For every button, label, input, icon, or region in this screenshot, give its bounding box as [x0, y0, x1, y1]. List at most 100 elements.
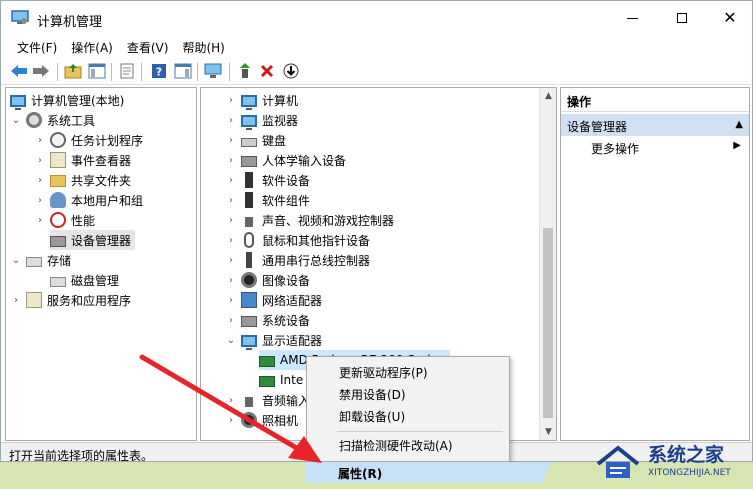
folder-up-icon — [64, 64, 82, 79]
actions-header: 操作 — [561, 88, 749, 112]
menu-view[interactable]: 查看(V) — [119, 37, 175, 57]
device-category-system[interactable]: › 系统设备 — [225, 310, 310, 330]
mouse-icon — [244, 232, 254, 248]
computer-icon — [241, 94, 257, 110]
action-pane-button[interactable] — [173, 61, 193, 81]
forward-button[interactable] — [31, 61, 51, 81]
disable-device-button[interactable] — [281, 61, 301, 81]
menu-file[interactable]: 文件(F) — [1, 37, 63, 57]
tree-item-label: 本地用户和组 — [71, 193, 144, 208]
expand-chevron-icon: › — [229, 134, 233, 146]
computer-management-icon — [11, 10, 29, 24]
menu-update-driver[interactable]: 更新驱动程序(P) — [339, 364, 428, 381]
device-category-mice[interactable]: › 鼠标和其他指针设备 — [225, 230, 370, 250]
update-driver-button[interactable] — [235, 61, 255, 81]
tree-item-label: 共享文件夹 — [71, 173, 132, 188]
scrollbar-thumb[interactable] — [543, 228, 553, 418]
device-category-audio-input[interactable]: › 音频输入 — [225, 390, 310, 410]
help-icon: ? — [152, 64, 166, 79]
scroll-down-arrow-icon[interactable]: ▼ — [540, 424, 556, 440]
tree-item-local-users[interactable]: › 本地用户和组 — [34, 190, 143, 210]
minimize-button[interactable] — [609, 1, 655, 35]
menu-action[interactable]: 操作(A) — [63, 37, 119, 57]
device-category-network[interactable]: › 网络适配器 — [225, 290, 322, 310]
collapse-chevron-icon: ⌄ — [11, 254, 21, 266]
tree-item-device-manager[interactable]: 设备管理器 — [50, 230, 136, 250]
tree-item-system-tools[interactable]: ⌄ 系统工具 — [10, 110, 95, 130]
expand-chevron-icon: › — [38, 194, 42, 206]
tree-item-label: 服务和应用程序 — [47, 293, 132, 308]
speaker-icon — [245, 216, 253, 227]
device-category-keyboards[interactable]: › 键盘 — [225, 130, 286, 150]
device-label: 显示适配器 — [262, 333, 323, 348]
tree-item-label: 性能 — [71, 213, 96, 228]
tree-item-storage[interactable]: ⌄ 存储 — [10, 250, 71, 270]
more-actions-item[interactable]: 更多操作 ▶ — [591, 140, 741, 157]
show-hide-tree-button[interactable] — [87, 61, 107, 81]
image-device-icon — [241, 272, 257, 288]
help-button[interactable]: ? — [149, 61, 169, 81]
maximize-icon — [677, 13, 687, 23]
collapse-chevron-icon: ⌄ — [226, 334, 236, 346]
tree-root[interactable]: 计算机管理(本地) — [10, 90, 124, 110]
back-button[interactable] — [9, 61, 29, 81]
menu-scan-hardware[interactable]: 扫描检测硬件改动(A) — [339, 437, 453, 454]
device-category-imaging[interactable]: › 图像设备 — [225, 270, 310, 290]
expand-chevron-icon: › — [229, 314, 233, 326]
scroll-up-arrow-icon[interactable]: ▲ — [540, 88, 556, 104]
scan-hardware-button[interactable] — [203, 61, 223, 81]
device-category-sound[interactable]: › 声音、视频和游戏控制器 — [225, 210, 394, 230]
device-category-monitors[interactable]: › 监视器 — [225, 110, 298, 130]
tree-item-disk-management[interactable]: 磁盘管理 — [50, 270, 119, 290]
device-category-computer[interactable]: › 计算机 — [225, 90, 298, 110]
maximize-button[interactable] — [659, 1, 705, 35]
device-label: 人体学输入设备 — [262, 153, 347, 168]
house-logo-icon — [596, 445, 640, 478]
display-adapter-icon — [241, 334, 257, 350]
device-intel-graphics[interactable]: Inte — [259, 370, 303, 390]
event-log-icon — [50, 152, 66, 168]
tree-item-performance[interactable]: › 性能 — [34, 210, 95, 230]
system-device-icon — [241, 316, 257, 327]
device-category-usb[interactable]: › 通用串行总线控制器 — [225, 250, 370, 270]
tree-item-event-viewer[interactable]: › 事件查看器 — [34, 150, 131, 170]
uninstall-button[interactable] — [257, 61, 277, 81]
expand-chevron-icon: › — [229, 414, 233, 426]
device-label: 监视器 — [262, 113, 299, 128]
device-category-hid[interactable]: › 人体学输入设备 — [225, 150, 346, 170]
tree-item-label: 事件查看器 — [71, 153, 132, 168]
expand-chevron-icon: › — [229, 394, 233, 406]
expand-chevron-icon: › — [229, 94, 233, 106]
computer-management-icon — [10, 94, 26, 110]
performance-icon — [50, 212, 66, 228]
device-label: 软件组件 — [262, 193, 311, 208]
device-category-display-adapters[interactable]: ⌄ 显示适配器 — [225, 330, 322, 350]
tree-item-label: 任务计划程序 — [71, 133, 144, 148]
vertical-scrollbar[interactable]: ▲ ▼ — [539, 88, 556, 440]
device-label: 音频输入 — [262, 393, 311, 408]
device-category-software-devices[interactable]: › 软件设备 — [225, 170, 310, 190]
tree-item-services-apps[interactable]: › 服务和应用程序 — [10, 290, 131, 310]
watermark-title: 系统之家 — [648, 444, 725, 466]
tree-item-label: 设备管理器 — [71, 233, 132, 248]
menu-properties[interactable]: 属性(R) — [338, 465, 382, 482]
tree-item-label: 磁盘管理 — [71, 273, 120, 288]
tree-item-shared-folders[interactable]: › 共享文件夹 — [34, 170, 131, 190]
tree-root-label: 计算机管理(本地) — [31, 93, 125, 108]
device-label: 计算机 — [262, 93, 299, 108]
usb-icon — [246, 252, 252, 268]
close-button[interactable]: ✕ — [707, 1, 752, 35]
expand-chevron-icon: › — [38, 154, 42, 166]
up-level-button[interactable] — [63, 61, 83, 81]
menu-uninstall-device[interactable]: 卸载设备(U) — [339, 408, 405, 425]
device-category-cameras[interactable]: › 照相机 — [225, 410, 298, 430]
properties-toolbar-button[interactable] — [117, 61, 137, 81]
menu-help[interactable]: 帮助(H) — [174, 37, 230, 57]
tree-item-task-scheduler[interactable]: › 任务计划程序 — [34, 130, 143, 150]
actions-section-device-manager[interactable]: 设备管理器 ▲ — [561, 114, 749, 136]
menu-bar: 文件(F) 操作(A) 查看(V) 帮助(H) — [1, 37, 231, 57]
keyboard-icon — [241, 137, 257, 147]
menu-disable-device[interactable]: 禁用设备(D) — [339, 386, 406, 403]
more-actions-label: 更多操作 — [591, 142, 640, 156]
device-category-software-components[interactable]: › 软件组件 — [225, 190, 310, 210]
